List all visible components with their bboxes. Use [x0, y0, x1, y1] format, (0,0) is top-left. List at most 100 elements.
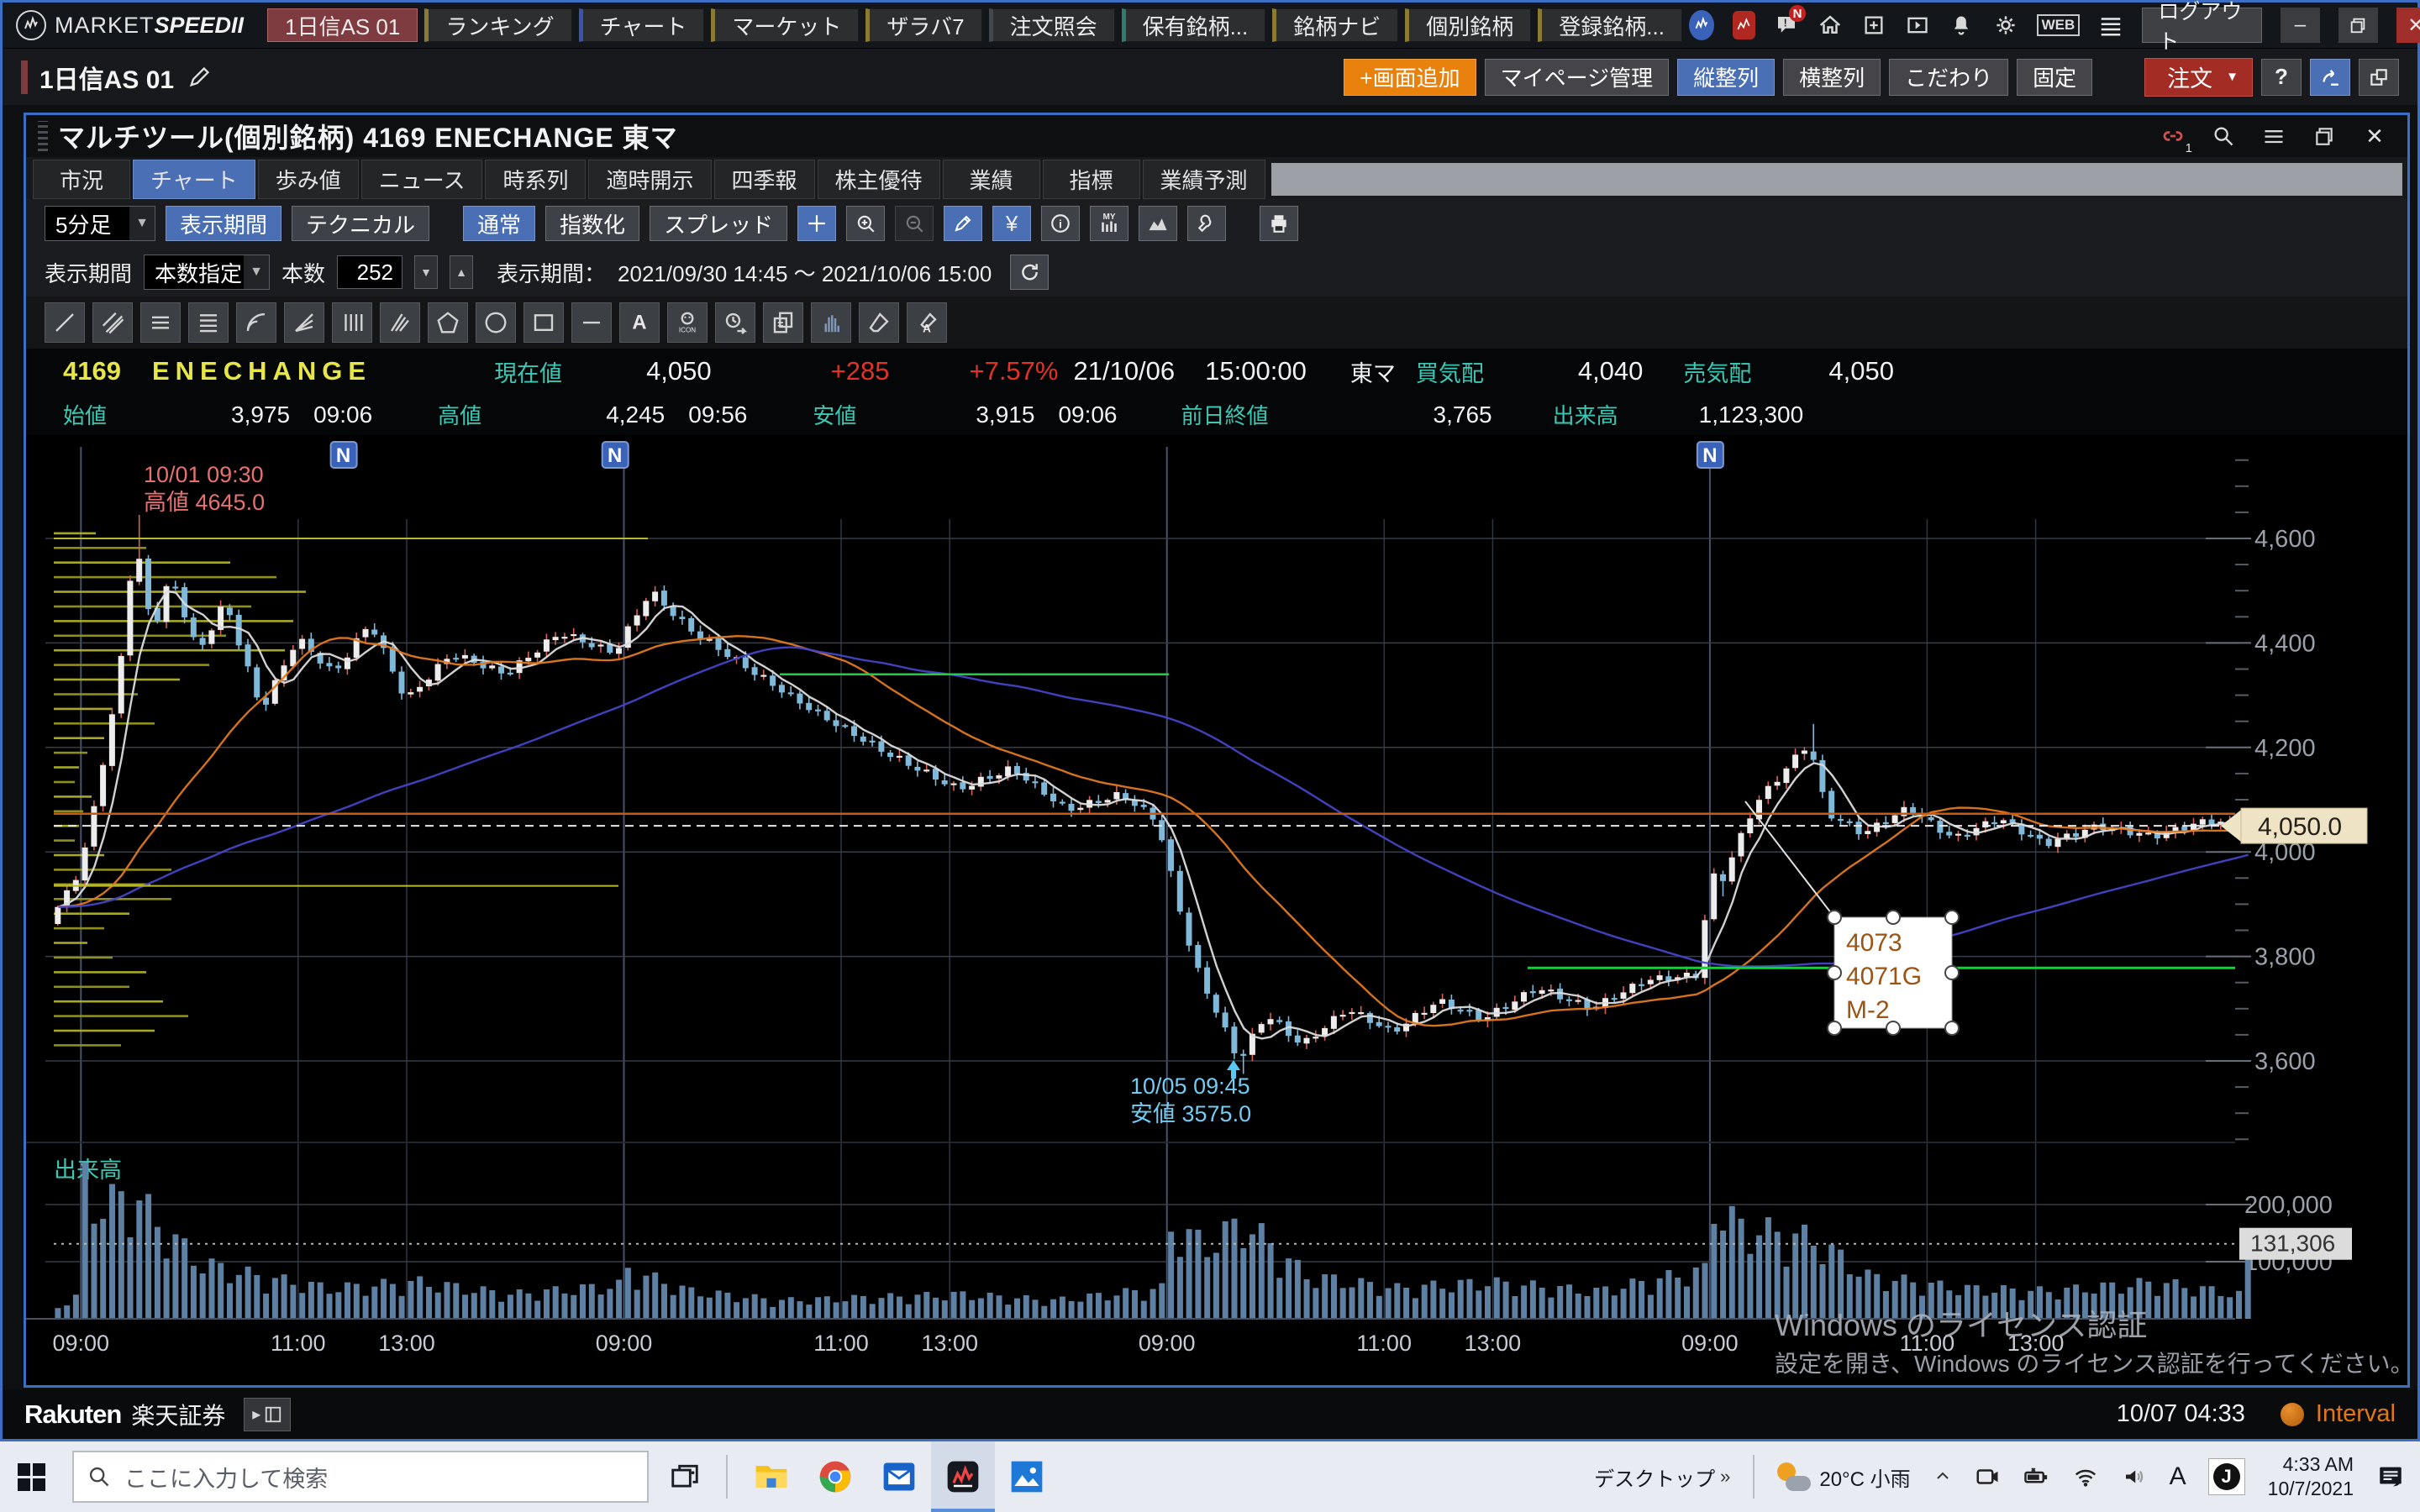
ime-mode-j[interactable]: J — [2197, 1441, 2256, 1512]
rectangle-icon[interactable] — [523, 302, 564, 343]
taskbar-search-input[interactable]: ここに入力して検索 — [72, 1451, 649, 1503]
spread-button[interactable]: スプレッド — [650, 206, 787, 241]
pentagon-icon[interactable] — [428, 302, 468, 343]
taskbar-photos[interactable] — [995, 1441, 1059, 1512]
search-icon[interactable] — [2209, 122, 2238, 150]
menu-tab-1日信AS 01[interactable]: 1日信AS 01 — [267, 8, 418, 42]
volume-icon[interactable] — [2110, 1441, 2159, 1512]
eraser-icon[interactable] — [859, 302, 899, 343]
taskbar-chrome[interactable] — [803, 1441, 867, 1512]
menu-tab-銘柄ナビ[interactable]: 銘柄ナビ — [1272, 8, 1398, 42]
weather-widget[interactable]: 20°C 小雨 — [1766, 1441, 1921, 1512]
menu-tab-登録銘柄...[interactable]: 登録銘柄... — [1538, 8, 1682, 42]
pitchfork-icon[interactable] — [380, 302, 420, 343]
h-lines-4-icon[interactable] — [188, 302, 229, 343]
copy-object-icon[interactable] — [763, 302, 803, 343]
home-icon[interactable] — [1818, 10, 1843, 40]
toolbar-button-縦整列[interactable]: 縦整列 — [1677, 59, 1775, 96]
zoom-in-button[interactable] — [846, 206, 885, 241]
toolbar-button-固定[interactable]: 固定 — [2017, 59, 2092, 96]
menu-tab-個別銘柄[interactable]: 個別銘柄 — [1405, 8, 1531, 42]
count-up-stepper[interactable]: ▲ — [450, 255, 473, 289]
battery-icon[interactable] — [2011, 1441, 2061, 1512]
print-button[interactable] — [1260, 206, 1298, 241]
tab-市況[interactable]: 市況 — [33, 160, 130, 199]
send-order-icon[interactable] — [2310, 59, 2350, 96]
chart-square-icon[interactable] — [1733, 11, 1755, 39]
tab-業績[interactable]: 業績 — [943, 160, 1040, 199]
settings-gear-icon[interactable] — [1992, 10, 2018, 40]
wrench-button[interactable] — [1187, 206, 1226, 241]
link-icon[interactable]: 1 — [2159, 122, 2187, 150]
count-down-stepper[interactable]: ▼ — [414, 255, 438, 289]
period-button[interactable]: 表示期間 — [166, 206, 281, 241]
indexed-button[interactable]: 指数化 — [545, 206, 639, 241]
toolbar-button-+画面追加[interactable]: +画面追加 — [1344, 59, 1476, 96]
window-restore-icon[interactable] — [2310, 122, 2338, 150]
ime-mode-a[interactable]: A — [2159, 1441, 2197, 1512]
tab-適時開示[interactable]: 適時開示 — [588, 160, 711, 199]
hand-move-icon[interactable] — [811, 302, 851, 343]
tab-業績予測[interactable]: 業績予測 — [1143, 160, 1265, 199]
hidden-icons-chevron[interactable] — [1922, 1441, 1964, 1512]
add-window-icon[interactable] — [1861, 10, 1886, 40]
crosshair-button[interactable] — [797, 206, 836, 241]
zoom-out-button[interactable] — [895, 206, 934, 241]
popout-icon[interactable] — [2359, 59, 2399, 96]
fan-lines-icon[interactable] — [284, 302, 324, 343]
text-A-icon[interactable]: A — [619, 302, 660, 343]
wifi-icon[interactable] — [2061, 1441, 2110, 1512]
panel-expand-icon[interactable] — [1905, 10, 1930, 40]
tab-四季報[interactable]: 四季報 — [714, 160, 815, 199]
minimize-button[interactable]: – — [2281, 8, 2320, 43]
tab-株主優待[interactable]: 株主優待 — [818, 160, 940, 199]
chart-circle-icon[interactable] — [1689, 10, 1714, 40]
parallel-lines-icon[interactable] — [92, 302, 133, 343]
taskbar-marketspeed[interactable] — [931, 1441, 995, 1512]
tab-指標[interactable]: 指標 — [1043, 160, 1140, 199]
toolbar-button-こだわり[interactable]: こだわり — [1889, 59, 2008, 96]
desktop-toolbar[interactable]: デスクトップ» — [1583, 1441, 1741, 1512]
restore-button[interactable] — [2338, 8, 2378, 43]
price-chart[interactable]: 4,6004,4004,2004,0003,8003,6004,050.0NNN… — [26, 435, 2407, 1385]
tab-歩み値[interactable]: 歩み値 — [258, 160, 359, 199]
technical-button[interactable]: テクニカル — [292, 206, 429, 241]
menu-tab-保有銘柄...[interactable]: 保有銘柄... — [1122, 8, 1266, 42]
trend-line-icon[interactable] — [45, 302, 85, 343]
multitool-titlebar[interactable]: マルチツール(個別銘柄) 4169 ENECHANGE 東マ 1 ✕ — [26, 115, 2407, 157]
action-center-icon[interactable] — [2365, 1441, 2420, 1512]
window-close-icon[interactable]: ✕ — [2360, 122, 2389, 150]
normal-button[interactable]: 通常 — [463, 206, 535, 241]
menu-tab-チャート[interactable]: チャート — [579, 8, 705, 42]
timeframe-select[interactable]: 5分足▼ — [45, 206, 155, 241]
menu-tab-マーケット[interactable]: マーケット — [711, 8, 859, 42]
task-view-button[interactable] — [655, 1441, 714, 1512]
camera-tray-icon[interactable] — [1964, 1441, 2011, 1512]
web-icon[interactable]: WEB — [2037, 14, 2081, 36]
drag-grip[interactable] — [38, 121, 48, 151]
h-lines-3-icon[interactable] — [140, 302, 181, 343]
mountain-chart-button[interactable] — [1139, 206, 1177, 241]
taskbar-mail[interactable] — [867, 1441, 931, 1512]
window-menu-icon[interactable] — [2260, 122, 2288, 150]
close-button[interactable]: ✕ — [2396, 8, 2420, 43]
count-mode-select[interactable]: 本数指定▼ — [144, 255, 270, 290]
eraser-text-icon[interactable]: A — [907, 302, 947, 343]
taskbar-file-explorer[interactable] — [739, 1441, 803, 1512]
notice-bubble-icon[interactable]: ! N — [1774, 10, 1799, 40]
yen-button[interactable]: ¥ — [992, 206, 1031, 241]
time-arrow-icon[interactable] — [715, 302, 755, 343]
v-lines-icon[interactable] — [332, 302, 372, 343]
edit-pencil-icon[interactable] — [187, 66, 211, 89]
menu-tab-注文照会[interactable]: 注文照会 — [989, 8, 1115, 42]
order-button[interactable]: 注文▼ — [2144, 58, 2253, 97]
tab-チャート[interactable]: チャート — [133, 160, 255, 199]
side-panel-toggle[interactable]: ▸ — [244, 1398, 291, 1431]
hamburger-menu-icon[interactable] — [2098, 10, 2123, 40]
taskbar-clock[interactable]: 4:33 AM 10/7/2021 — [2256, 1452, 2365, 1501]
bar-count-input[interactable]: 252 — [337, 255, 402, 289]
menu-tab-ザラバ7[interactable]: ザラバ7 — [865, 8, 981, 42]
my-chart-button[interactable]: MY — [1090, 206, 1128, 241]
start-button[interactable] — [0, 1441, 62, 1512]
help-button[interactable]: ? — [2261, 59, 2302, 96]
